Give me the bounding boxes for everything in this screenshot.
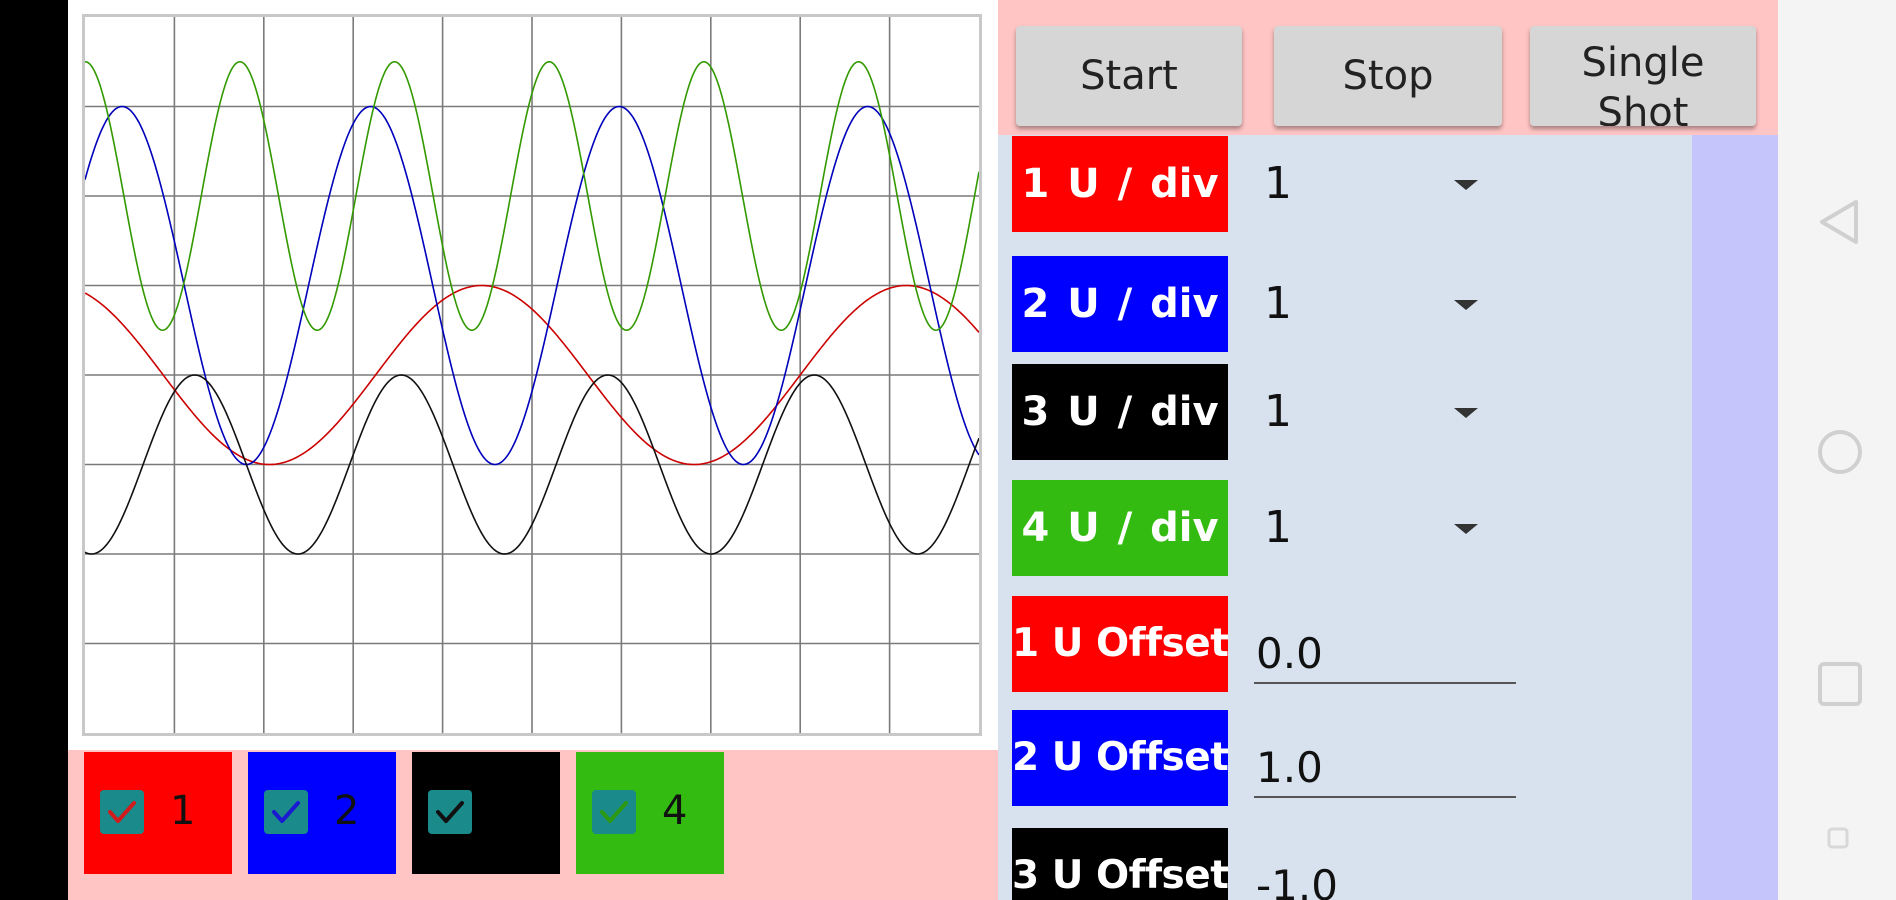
back-icon[interactable]	[1816, 198, 1860, 246]
channel-1-checkbox[interactable]	[100, 790, 144, 834]
home-icon[interactable]	[1816, 428, 1864, 476]
dropdown-arrow-icon[interactable]	[1454, 180, 1478, 190]
channel-4-label: 4	[662, 788, 688, 834]
recents-icon[interactable]	[1816, 660, 1864, 708]
checkmark-icon	[436, 801, 464, 823]
channel-1-toggle[interactable]: 1	[84, 752, 232, 874]
start-button[interactable]: Start	[1016, 26, 1242, 126]
channel-4-toggle[interactable]: 4	[576, 752, 724, 874]
dropdown-arrow-icon[interactable]	[1454, 408, 1478, 418]
channel-4-checkbox[interactable]	[592, 790, 636, 834]
channel-2-checkbox[interactable]	[264, 790, 308, 834]
channel-4-udiv-dropdown[interactable]: 1	[1264, 502, 1292, 553]
channel-1-offset-input[interactable]: 0.0	[1254, 624, 1516, 684]
grid-lines	[85, 17, 979, 733]
stop-button-label: Stop	[1342, 53, 1434, 99]
single-shot-button[interactable]: Single Shot	[1530, 26, 1756, 126]
channel-3-toggle[interactable]	[412, 752, 560, 874]
start-button-label: Start	[1080, 53, 1178, 99]
channel-2-udiv-label: 2 U / div	[1012, 256, 1228, 352]
left-black-bar	[0, 0, 68, 900]
channel-1-udiv-dropdown[interactable]: 1	[1264, 158, 1292, 209]
assist-icon[interactable]	[1826, 826, 1850, 850]
single-shot-label-line2: Shot	[1597, 90, 1689, 126]
channel-2-offset-input[interactable]: 1.0	[1254, 738, 1516, 798]
channel-3-offset-label: 3 U Offset	[1012, 828, 1228, 900]
channel-2-offset-label: 2 U Offset	[1012, 710, 1228, 806]
stop-button[interactable]: Stop	[1274, 26, 1502, 126]
single-shot-label-line1: Single	[1581, 40, 1705, 86]
right-side-strip	[1692, 135, 1778, 900]
channel-2-toggle[interactable]: 2	[248, 752, 396, 874]
channel-3-udiv-label: 3 U / div	[1012, 364, 1228, 460]
checkmark-icon	[600, 801, 628, 823]
oscilloscope-plot	[85, 17, 979, 733]
channel-3-udiv-dropdown[interactable]: 1	[1264, 386, 1292, 437]
oscilloscope-screen[interactable]	[82, 14, 982, 736]
channel-1-label: 1	[170, 788, 196, 834]
dropdown-arrow-icon[interactable]	[1454, 300, 1478, 310]
channel-4-udiv-label: 4 U / div	[1012, 480, 1228, 576]
checkmark-icon	[108, 801, 136, 823]
channel-2-udiv-dropdown[interactable]: 1	[1264, 278, 1292, 329]
channel-1-udiv-label: 1 U / div	[1012, 136, 1228, 232]
channel-3-offset-input[interactable]: -1.0	[1254, 856, 1516, 900]
channel-2-label: 2	[334, 788, 360, 834]
dropdown-arrow-icon[interactable]	[1454, 524, 1478, 534]
channel-1-offset-label: 1 U Offset	[1012, 596, 1228, 692]
checkmark-icon	[272, 801, 300, 823]
channel-3-checkbox[interactable]	[428, 790, 472, 834]
